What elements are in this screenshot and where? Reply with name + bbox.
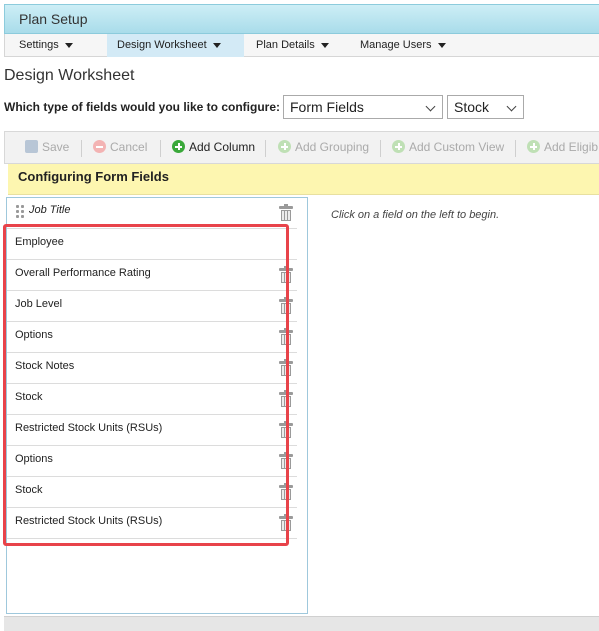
section-header: Configuring Form Fields [8, 164, 599, 195]
field-label: Stock [15, 484, 43, 496]
add-eligibility-button-label: Add Eligib [544, 140, 599, 154]
chevron-down-icon [506, 101, 517, 112]
add-grouping-button[interactable]: Add Grouping [278, 140, 369, 154]
field-detail-placeholder: Click on a field on the left to begin. [331, 209, 500, 221]
field-type-config-row: Which type of fields would you like to c… [4, 95, 599, 119]
add-grouping-button-label: Add Grouping [295, 140, 370, 154]
field-row-employee[interactable]: Employee [7, 229, 297, 260]
field-label: Options [15, 329, 53, 341]
field-row[interactable]: Options [7, 322, 297, 353]
chevron-down-icon [320, 42, 329, 48]
field-row[interactable]: Restricted Stock Units (RSUs) [7, 508, 297, 539]
trash-icon[interactable] [279, 297, 293, 314]
add-eligibility-button[interactable]: Add Eligib [527, 140, 598, 154]
trash-icon[interactable] [279, 328, 293, 345]
field-row[interactable]: Overall Performance Rating [7, 260, 297, 291]
trash-icon[interactable] [279, 483, 293, 500]
main-nav: Settings Design Worksheet Plan Details M… [4, 34, 599, 57]
field-row[interactable]: Stock Notes [7, 353, 297, 384]
save-button[interactable]: Save [25, 140, 69, 154]
tab-design-worksheet[interactable]: Design Worksheet [107, 34, 244, 57]
trash-icon[interactable] [279, 359, 293, 376]
field-row[interactable]: Restricted Stock Units (RSUs) [7, 415, 297, 446]
plus-circle-icon [172, 140, 185, 153]
field-label: Restricted Stock Units (RSUs) [15, 515, 163, 527]
save-button-label: Save [42, 140, 70, 154]
tab-manage-users[interactable]: Manage Users [350, 34, 456, 57]
plus-circle-icon [278, 140, 291, 153]
section-title: Configuring Form Fields [18, 169, 169, 184]
add-column-button-label: Add Column [189, 140, 256, 154]
field-label: Employee [15, 236, 64, 248]
field-label: Job Title [29, 204, 71, 216]
save-icon [25, 140, 38, 153]
chevron-down-icon [425, 101, 436, 112]
toolbar-divider [160, 140, 161, 157]
worksheet-toolbar: Save Cancel Add Column Add Grouping Add … [4, 131, 599, 164]
add-column-button[interactable]: Add Column [172, 140, 255, 154]
field-subtype-select[interactable]: Stock [447, 95, 524, 119]
trash-icon[interactable] [279, 390, 293, 407]
tab-plan-details-label: Plan Details [256, 39, 315, 51]
field-row[interactable]: Options [7, 446, 297, 477]
cancel-button[interactable]: Cancel [93, 140, 147, 154]
field-type-select[interactable]: Form Fields [283, 95, 443, 119]
field-row-job-title[interactable]: Job Title [7, 198, 297, 229]
field-label: Options [15, 453, 53, 465]
field-type-question: Which type of fields would you like to c… [4, 100, 281, 114]
tab-settings-label: Settings [19, 39, 59, 51]
add-custom-view-button-label: Add Custom View [409, 140, 505, 154]
plus-circle-icon [392, 140, 405, 153]
trash-icon[interactable] [279, 452, 293, 469]
chevron-down-icon [212, 42, 221, 48]
header-title: Plan Setup [19, 11, 88, 27]
field-label: Stock [15, 391, 43, 403]
bottom-scrollbar[interactable] [4, 616, 599, 631]
chevron-down-icon [64, 42, 73, 48]
field-label: Overall Performance Rating [15, 267, 151, 279]
field-label: Job Level [15, 298, 63, 310]
toolbar-divider [380, 140, 381, 157]
toolbar-divider [265, 140, 266, 157]
field-label: Stock Notes [15, 360, 75, 372]
trash-icon[interactable] [279, 204, 293, 221]
field-row[interactable]: Stock [7, 477, 297, 508]
tab-design-worksheet-label: Design Worksheet [117, 39, 207, 51]
plan-setup-header: Plan Setup [4, 4, 599, 34]
tab-plan-details[interactable]: Plan Details [246, 34, 339, 57]
tab-settings[interactable]: Settings [9, 34, 83, 57]
toolbar-divider [515, 140, 516, 157]
page-title: Design Worksheet [4, 67, 135, 84]
field-type-select-value: Form Fields [290, 99, 364, 115]
field-row[interactable]: Stock [7, 384, 297, 415]
field-subtype-select-value: Stock [454, 99, 490, 115]
drag-handle-icon[interactable] [16, 205, 25, 218]
tab-manage-users-label: Manage Users [360, 39, 432, 51]
trash-icon[interactable] [279, 266, 293, 283]
cancel-icon [93, 140, 106, 153]
cancel-button-label: Cancel [110, 140, 148, 154]
toolbar-divider [81, 140, 82, 157]
chevron-down-icon [437, 42, 446, 48]
plus-circle-icon [527, 140, 540, 153]
field-list-panel: Job Title Employee Overall Performance R… [6, 197, 308, 614]
add-custom-view-button[interactable]: Add Custom View [392, 140, 504, 154]
trash-icon[interactable] [279, 421, 293, 438]
field-row[interactable]: Job Level [7, 291, 297, 322]
trash-icon[interactable] [279, 514, 293, 531]
field-label: Restricted Stock Units (RSUs) [15, 422, 163, 434]
